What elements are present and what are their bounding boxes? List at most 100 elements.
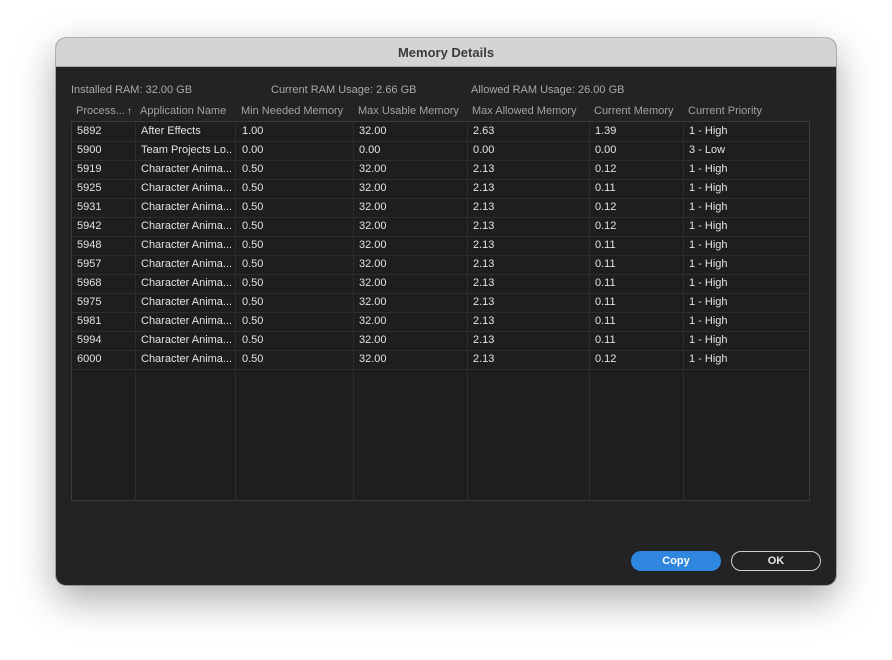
cell-max-allowed-memory: 0.00	[473, 144, 495, 156]
cell-current-memory: 0.11	[595, 334, 616, 346]
cell-max-allowed-memory: 2.13	[473, 163, 495, 175]
cell-current-memory: 0.12	[595, 201, 617, 213]
column-header-current-memory[interactable]: Current Memory	[594, 102, 686, 121]
column-header-process[interactable]: Process... ↑	[76, 102, 138, 121]
cell-process-id: 5994	[77, 334, 102, 346]
cell-current-memory: 0.11	[595, 258, 616, 270]
cell-max-allowed-memory: 2.13	[473, 334, 495, 346]
cell-min-needed-memory: 0.50	[242, 315, 264, 327]
cell-max-usable-memory: 32.00	[359, 220, 387, 232]
column-header-application-name[interactable]: Application Name	[140, 102, 238, 121]
cell-max-allowed-memory: 2.13	[473, 315, 495, 327]
cell-min-needed-memory: 0.50	[242, 296, 264, 308]
cell-current-memory: 0.11	[595, 182, 616, 194]
cell-process-id: 6000	[77, 353, 102, 365]
cell-current-priority: 1 - High	[689, 201, 728, 213]
column-header-process-label: Process...	[76, 105, 125, 117]
column-header-min-needed-memory[interactable]: Min Needed Memory	[241, 102, 355, 121]
cell-application-name: Character Anima...	[141, 353, 231, 365]
cell-current-priority: 1 - High	[689, 163, 728, 175]
cell-current-memory: 0.12	[595, 220, 617, 232]
column-header-max-usable-memory[interactable]: Max Usable Memory	[358, 102, 470, 121]
cell-application-name: Character Anima...	[141, 315, 231, 327]
table-row[interactable]: 5968 Character Anima... 0.50 32.00 2.13 0.11 1…	[72, 274, 809, 294]
cell-application-name: Character Anima...	[141, 182, 231, 194]
table-row[interactable]: 5900 Team Projects Lo... 0.00 0.00 0.00 0.00 3…	[72, 141, 809, 161]
cell-current-memory: 0.12	[595, 163, 617, 175]
table-row[interactable]: 5948 Character Anima... 0.50 32.00 2.13 0.11 1…	[72, 236, 809, 256]
title-bar[interactable]: Memory Details	[56, 38, 836, 67]
column-header-current-priority[interactable]: Current Priority	[688, 102, 798, 121]
cell-max-allowed-memory: 2.63	[473, 125, 495, 137]
table-row[interactable]: 5892 After Effects 1.00 32.00 2.63 1.39 1 - Hi…	[72, 122, 809, 142]
table-row[interactable]: 5957 Character Anima... 0.50 32.00 2.13 0.11 1…	[72, 255, 809, 275]
cell-max-allowed-memory: 2.13	[473, 258, 495, 270]
table-row[interactable]: 5994 Character Anima... 0.50 32.00 2.13 0.11 1…	[72, 331, 809, 351]
cell-max-usable-memory: 32.00	[359, 163, 387, 175]
table-row[interactable]: 5981 Character Anima... 0.50 32.00 2.13 0.11 1…	[72, 312, 809, 332]
cell-current-memory: 0.00	[595, 144, 617, 156]
cell-min-needed-memory: 0.50	[242, 239, 264, 251]
memory-details-dialog: Memory Details Installed RAM: 32.00 GB C…	[56, 38, 836, 585]
table-row[interactable]: 5919 Character Anima... 0.50 32.00 2.13 0.12 1…	[72, 160, 809, 180]
allowed-ram-usage-label: Allowed RAM Usage: 26.00 GB	[471, 84, 625, 96]
cell-max-allowed-memory: 2.13	[473, 182, 495, 194]
cell-max-usable-memory: 32.00	[359, 258, 387, 270]
cell-current-priority: 1 - High	[689, 277, 728, 289]
table-row[interactable]: 5925 Character Anima... 0.50 32.00 2.13 0.11 1…	[72, 179, 809, 199]
process-table: Process... ↑ Application Name Min Needed …	[71, 102, 810, 501]
cell-current-priority: 1 - High	[689, 258, 728, 270]
cell-application-name: Character Anima...	[141, 296, 231, 308]
table-row[interactable]: 5975 Character Anima... 0.50 32.00 2.13 0.11 1…	[72, 293, 809, 313]
cell-application-name: Character Anima...	[141, 163, 231, 175]
cell-current-priority: 1 - High	[689, 353, 728, 365]
copy-button[interactable]: Copy	[631, 551, 721, 571]
cell-max-allowed-memory: 2.13	[473, 220, 495, 232]
cell-application-name: Character Anima...	[141, 220, 231, 232]
cell-process-id: 5948	[77, 239, 102, 251]
cell-min-needed-memory: 0.50	[242, 220, 264, 232]
cell-process-id: 5968	[77, 277, 102, 289]
table-row[interactable]: 5942 Character Anima... 0.50 32.00 2.13 0.12 1…	[72, 217, 809, 237]
cell-process-id: 5892	[77, 125, 102, 137]
cell-min-needed-memory: 0.00	[242, 144, 264, 156]
cell-current-memory: 0.12	[595, 353, 617, 365]
cell-min-needed-memory: 0.50	[242, 182, 264, 194]
dialog-title: Memory Details	[397, 44, 495, 60]
cell-max-allowed-memory: 2.13	[473, 201, 495, 213]
cell-process-id: 5900	[77, 144, 102, 156]
cell-max-usable-memory: 32.00	[359, 239, 387, 251]
cell-process-id: 5981	[77, 315, 102, 327]
cell-max-usable-memory: 32.00	[359, 277, 387, 289]
cell-current-priority: 1 - High	[689, 239, 728, 251]
cell-min-needed-memory: 1.00	[242, 125, 264, 137]
table-header: Process... ↑ Application Name Min Needed …	[71, 102, 810, 121]
cell-current-priority: 1 - High	[689, 220, 728, 232]
cell-current-memory: 0.11	[595, 296, 616, 308]
table-row[interactable]: 5931 Character Anima... 0.50 32.00 2.13 0.12 1…	[72, 198, 809, 218]
cell-max-usable-memory: 32.00	[359, 296, 387, 308]
cell-current-priority: 1 - High	[689, 125, 728, 137]
cell-max-usable-memory: 32.00	[359, 182, 387, 194]
table-body[interactable]: 5892 After Effects 1.00 32.00 2.63 1.39 1 - Hi…	[71, 121, 810, 501]
cell-application-name: Character Anima...	[141, 239, 231, 251]
installed-ram-label: Installed RAM: 32.00 GB	[71, 84, 193, 96]
cell-min-needed-memory: 0.50	[242, 277, 264, 289]
cell-current-priority: 1 - High	[689, 334, 728, 346]
cell-max-allowed-memory: 2.13	[473, 296, 495, 308]
cell-min-needed-memory: 0.50	[242, 163, 264, 175]
ok-button[interactable]: OK	[731, 551, 821, 571]
cell-current-priority: 1 - High	[689, 315, 728, 327]
cell-current-memory: 0.11	[595, 315, 616, 327]
cell-max-allowed-memory: 2.13	[473, 239, 495, 251]
cell-max-allowed-memory: 2.13	[473, 353, 495, 365]
column-header-max-allowed-memory[interactable]: Max Allowed Memory	[472, 102, 590, 121]
cell-max-usable-memory: 32.00	[359, 201, 387, 213]
cell-process-id: 5942	[77, 220, 102, 232]
cell-max-usable-memory: 32.00	[359, 334, 387, 346]
cell-min-needed-memory: 0.50	[242, 201, 264, 213]
cell-process-id: 5931	[77, 201, 102, 213]
cell-current-memory: 0.11	[595, 277, 616, 289]
cell-application-name: Team Projects Lo...	[141, 144, 231, 156]
table-row[interactable]: 6000 Character Anima... 0.50 32.00 2.13 0.12 1…	[72, 350, 809, 370]
